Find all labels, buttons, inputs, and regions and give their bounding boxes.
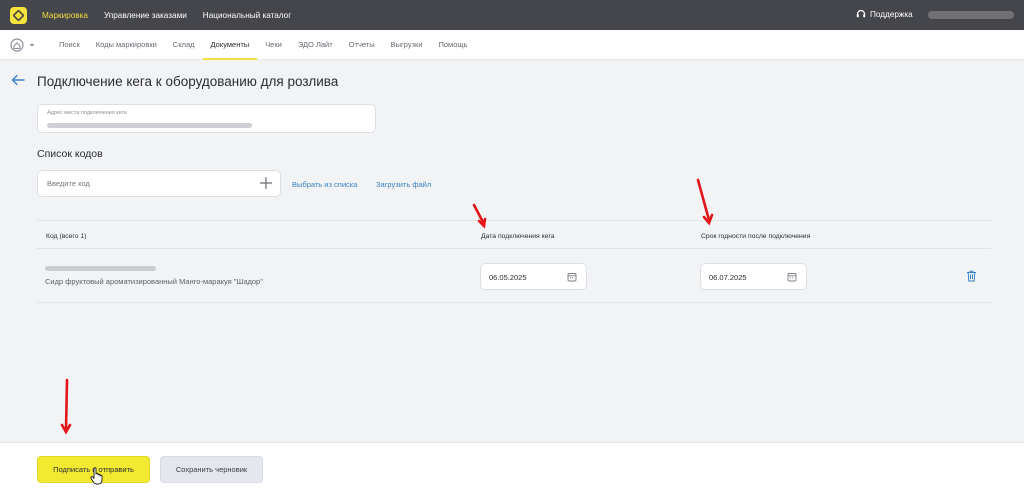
sub-nav-bar: Поиск Коды маркировки Склад Документы Че… — [0, 30, 1024, 60]
support-link[interactable]: Поддержка — [856, 9, 913, 19]
product-name: Сидр фруктовый ароматизированный Манго-м… — [45, 277, 263, 286]
page-title: Подключение кега к оборудованию для розл… — [37, 74, 339, 89]
home-dropdown[interactable] — [10, 38, 36, 52]
logo-icon[interactable] — [10, 6, 27, 24]
top-bar: Маркировка Управление заказами Националь… — [0, 0, 1024, 30]
address-field-label: Адрес места подключения кега — [47, 110, 127, 116]
headset-icon — [856, 9, 866, 18]
tab-search[interactable]: Поиск — [51, 30, 88, 60]
top-nav-order-management[interactable]: Управление заказами — [104, 11, 187, 20]
column-header-connection-date: Дата подключения кега — [481, 233, 555, 240]
address-field[interactable]: Адрес места подключения кега — [37, 104, 376, 133]
table-header: Код (всего 1) Дата подключения кега Срок… — [37, 220, 991, 249]
plus-icon[interactable] — [259, 176, 273, 190]
tab-warehouse[interactable]: Склад — [165, 30, 203, 60]
annotation-arrow-expiry — [696, 178, 714, 226]
calendar-icon[interactable] — [787, 272, 797, 282]
tab-marking-codes[interactable]: Коды маркировки — [88, 30, 165, 60]
trash-icon[interactable] — [966, 270, 977, 282]
tab-edo-lite[interactable]: ЭДО Лайт — [290, 30, 341, 60]
tab-receipts[interactable]: Чеки — [257, 30, 290, 60]
select-from-list-link[interactable]: Выбрать из списка — [292, 180, 357, 189]
hand-cursor-icon — [90, 467, 103, 485]
tab-exports[interactable]: Выгрузки — [383, 30, 431, 60]
save-draft-button[interactable]: Сохранить черновик — [160, 456, 263, 483]
column-header-expiry: Срок годности после подключения — [701, 233, 811, 240]
expiry-date-value: 06.07.2025 — [709, 273, 747, 282]
codes-section-title: Список кодов — [37, 148, 103, 160]
address-value-redacted — [47, 123, 252, 128]
top-nav-marking[interactable]: Маркировка — [42, 11, 88, 20]
connection-date-value: 06.05.2025 — [489, 273, 527, 282]
upload-file-link[interactable]: Загрузить файл — [376, 180, 431, 189]
footer-bar: Подписать и отправить Сохранить черновик — [0, 442, 1024, 490]
tab-documents[interactable]: Документы — [202, 30, 258, 60]
top-nav-national-catalog[interactable]: Национальный каталог — [203, 11, 291, 20]
expiry-date-field[interactable]: 06.07.2025 — [700, 263, 807, 290]
connection-date-field[interactable]: 06.05.2025 — [480, 263, 587, 290]
home-icon — [10, 38, 24, 52]
back-arrow-icon[interactable] — [11, 74, 25, 86]
code-input[interactable] — [37, 170, 281, 197]
support-label: Поддержка — [870, 9, 913, 19]
annotation-arrow-submit — [60, 378, 72, 435]
code-value-redacted — [45, 266, 156, 271]
calendar-icon[interactable] — [567, 272, 577, 282]
top-nav: Маркировка Управление заказами Националь… — [42, 11, 307, 20]
tab-help[interactable]: Помощь — [431, 30, 476, 60]
table-row: Сидр фруктовый ароматизированный Манго-м… — [37, 249, 991, 303]
chevron-down-icon — [29, 44, 35, 47]
sub-nav: Поиск Коды маркировки Склад Документы Че… — [51, 30, 475, 60]
user-account[interactable] — [928, 11, 1014, 19]
tab-reports[interactable]: Отчеты — [341, 30, 383, 60]
column-header-code: Код (всего 1) — [46, 233, 87, 240]
